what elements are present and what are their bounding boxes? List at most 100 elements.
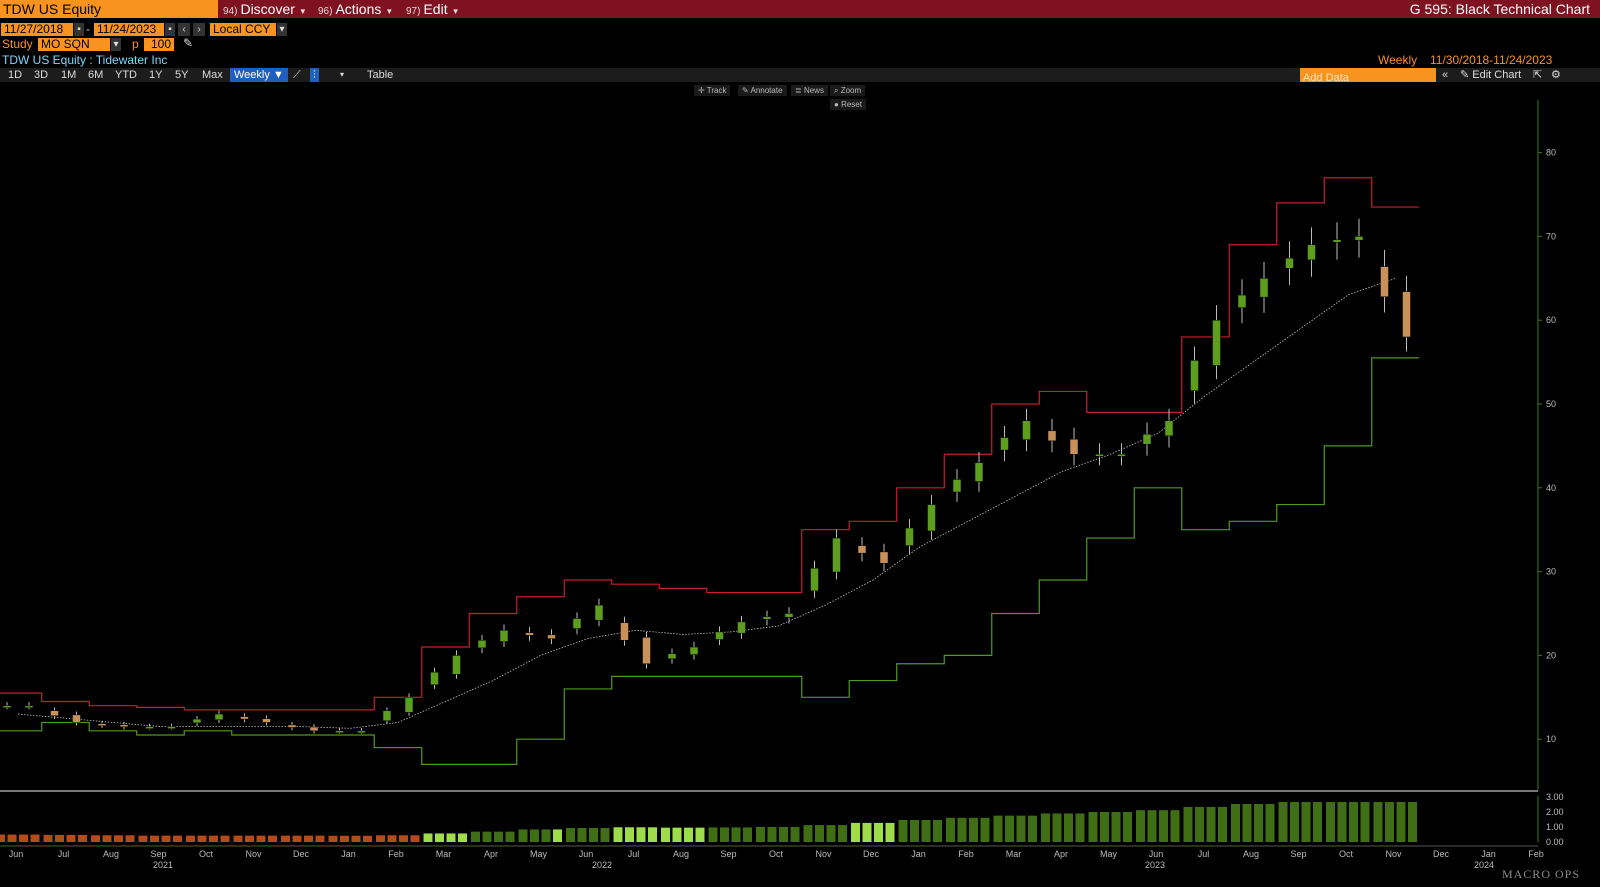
volume-bar [553,829,562,842]
candle-body [240,716,249,720]
volume-bar [648,827,657,842]
volume-bar [779,826,788,842]
volume-bar [957,817,967,842]
x-tick-label: Dec [293,849,310,859]
volume-bar [838,825,847,842]
volume-bar [613,827,623,842]
candle-body [1307,244,1316,261]
candle-body [1022,420,1031,440]
price-chart: 10 20 30 40 50 60 70 80 3.00 2.00 1.00 0.00 Jun Jul Au… [0,100,1564,870]
x-tick-label: Nov [1385,849,1402,859]
volume-bar [1088,812,1098,842]
candle-body [97,723,107,726]
volume-bar [19,834,28,842]
x-tick-label: Jan [341,849,356,859]
candle-body [1095,454,1104,457]
volume-tick-label: 0.00 [1546,837,1564,847]
volume-bar [1111,812,1121,842]
volume-bar [1301,802,1311,842]
x-tick-label: Aug [673,849,689,859]
volume-bar [1206,806,1216,842]
volume-bar [304,835,313,842]
year-label: 2022 [592,860,612,870]
y-tick-label: 10 [1546,734,1556,744]
candle-body [620,622,629,641]
candle-body [879,551,889,564]
candle-body [192,718,202,724]
candle-body [1354,236,1364,241]
candle-body [1285,257,1294,269]
y-tick-label: 60 [1546,315,1556,325]
volume-bar [921,820,931,842]
x-tick-label: Sep [150,849,166,859]
x-tick-label: Oct [1339,849,1354,859]
volume-bar [161,835,171,842]
candle-body [357,730,366,734]
x-tick-label: Jun [1149,849,1164,859]
volume-bar [720,827,729,842]
x-tick-label: Dec [863,849,880,859]
x-tick-label: Apr [1054,849,1068,859]
candle-body [309,726,319,732]
volume-bar [0,834,5,842]
volume-bar [1373,802,1383,842]
lower-band-line [0,357,1420,765]
volume-bar [684,827,693,842]
volume-bar [435,833,444,842]
volume-bar [803,825,813,842]
volume-bar [600,828,610,842]
volume-bar [898,820,908,842]
candle-body [667,653,677,660]
volume-bar [281,835,290,842]
volume-bar [1231,804,1240,842]
candle-body [145,726,154,729]
volume-bar [530,829,539,842]
volume-bar [1254,804,1263,842]
candle-body [452,655,461,675]
volume-bar [1408,802,1417,842]
candle-body [762,616,772,620]
volume-bar [30,834,40,842]
volume-bar [1396,802,1406,842]
volume-bar [661,827,670,842]
volume-bar [7,834,17,842]
volume-bar [946,817,955,842]
upper-band-line [0,177,1420,711]
x-tick-label: Mar [1006,849,1022,859]
volume-bar [315,835,325,842]
x-tick-label: Feb [1528,849,1544,859]
candle-body [1142,433,1152,445]
x-tick-label: Jul [58,849,70,859]
y-tick-label: 50 [1546,399,1556,409]
volume-bar [1290,802,1299,842]
y-tick-label: 30 [1546,567,1556,577]
candle-body [214,713,224,720]
x-tick-label: Dec [1433,849,1450,859]
volume-bar [1242,804,1252,842]
y-tick-label: 80 [1546,148,1556,158]
volume-bar [1337,802,1347,842]
x-tick-label: Nov [245,849,262,859]
volume-bar [387,835,397,842]
x-tick-label: Feb [388,849,404,859]
x-tick-label: Sep [1290,849,1306,859]
candle-body [1069,438,1079,455]
candle-body [857,545,867,554]
candle-body [927,504,936,532]
volume-bar [874,822,883,842]
volume-bar [125,835,135,842]
x-tick-label: Jul [1198,849,1210,859]
x-tick-label: Feb [958,849,974,859]
candle-body [905,527,914,546]
volume-tick-label: 3.00 [1546,792,1564,802]
volume-bar [494,831,503,842]
volume-bar [410,835,420,842]
volume-bar [826,825,836,842]
volume-bar [731,827,741,842]
volume-bar [399,835,408,842]
volume-bar [1326,802,1335,842]
moving-average-line [17,277,1396,729]
candle-body [477,640,487,649]
volume-bar [233,835,243,842]
volume-bar [518,829,528,842]
